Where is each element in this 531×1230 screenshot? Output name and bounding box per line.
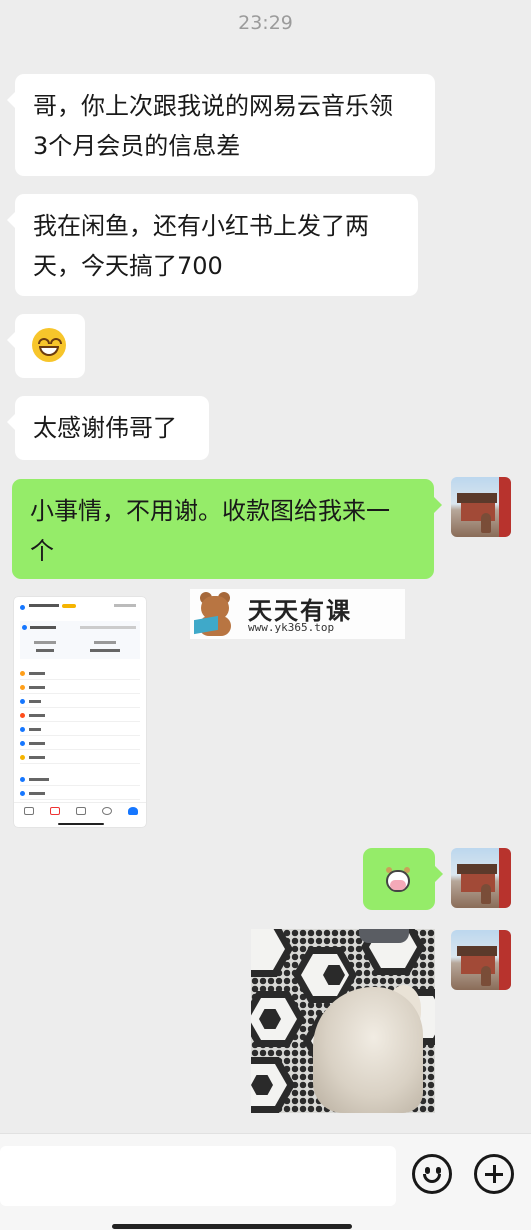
my-avatar[interactable] — [451, 930, 511, 990]
message-bubble[interactable]: 我在闲鱼，还有小红书上发了两 天，今天搞了700 — [7, 194, 418, 296]
watermark: 天天有课 www.yk365.top — [190, 589, 405, 639]
message-text-line: 小事情，不用谢。收款图给我来一 — [30, 497, 390, 525]
message-input[interactable] — [0, 1146, 396, 1206]
message-bubble[interactable]: 哥，你上次跟我说的网易云音乐领 3个月会员的信息差 — [7, 74, 435, 176]
input-bar — [0, 1133, 531, 1230]
cow-face-emoji-icon — [383, 867, 413, 893]
payment-screenshot-image[interactable] — [14, 597, 146, 827]
emoji-message-bubble[interactable] — [7, 314, 85, 378]
home-indicator — [112, 1224, 352, 1229]
my-avatar[interactable] — [451, 848, 511, 908]
timestamp: 23:29 — [238, 12, 293, 34]
message-text-line: 我在闲鱼，还有小红书上发了两 — [33, 212, 369, 240]
message-text-line: 3个月会员的信息差 — [33, 132, 241, 160]
my-avatar[interactable] — [451, 477, 511, 537]
bear-logo-icon — [194, 592, 236, 636]
emoji-message-bubble-sent[interactable] — [363, 848, 443, 910]
message-bubble[interactable]: 太感谢伟哥了 — [7, 396, 209, 460]
message-bubble-sent[interactable]: 小事情，不用谢。收款图给我来一 个 — [12, 479, 442, 579]
cat-photo-image[interactable] — [251, 929, 435, 1113]
message-text: 太感谢伟哥了 — [33, 414, 177, 442]
plus-icon[interactable] — [474, 1154, 514, 1194]
message-text-line: 天，今天搞了700 — [33, 252, 223, 280]
message-text-line: 哥，你上次跟我说的网易云音乐领 — [33, 92, 393, 120]
grinning-face-emoji-icon — [32, 328, 66, 362]
emoji-smile-icon[interactable] — [412, 1154, 452, 1194]
watermark-url: www.yk365.top — [248, 621, 335, 634]
message-text-line: 个 — [30, 537, 54, 565]
